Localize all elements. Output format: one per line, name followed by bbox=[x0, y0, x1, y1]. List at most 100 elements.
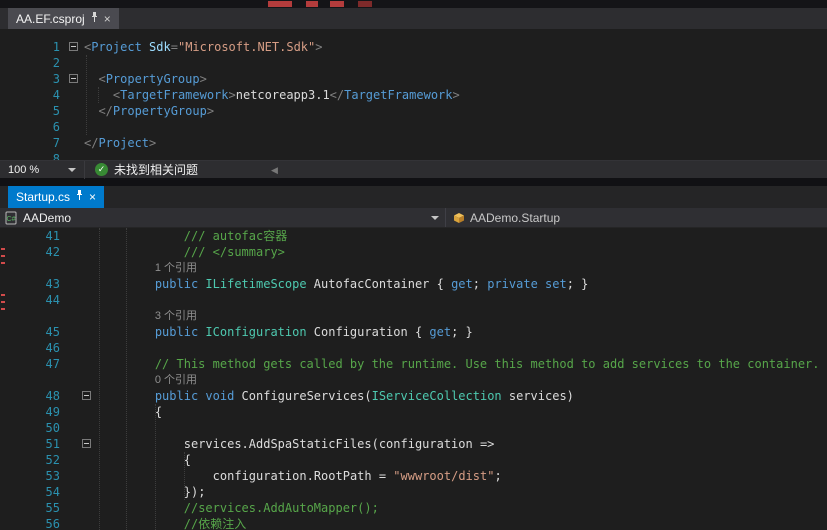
health-check-icon[interactable]: ✓ bbox=[95, 163, 108, 176]
outlining-margin bbox=[62, 87, 84, 103]
window-splitter[interactable] bbox=[0, 178, 827, 186]
collapse-box-icon[interactable] bbox=[82, 391, 91, 400]
pin-icon[interactable] bbox=[75, 190, 84, 204]
outlining-margin bbox=[62, 500, 97, 516]
code-line[interactable]: 1<Project Sdk="Microsoft.NET.Sdk"> bbox=[0, 39, 827, 55]
code-line[interactable]: 49 { bbox=[0, 404, 827, 420]
code-line[interactable]: 43public ILifetimeScope AutofacContainer… bbox=[0, 276, 827, 292]
code-line[interactable]: 50 bbox=[0, 420, 827, 436]
line-number: 44 bbox=[0, 292, 62, 308]
tab-label: AA.EF.csproj bbox=[16, 12, 85, 26]
edge-mark bbox=[1, 308, 5, 310]
code-text: services.AddSpaStaticFiles(configuration… bbox=[97, 436, 494, 452]
code-text: //依赖注入 bbox=[97, 516, 246, 530]
code-line[interactable]: 6 bbox=[0, 119, 827, 135]
line-number: 42 bbox=[0, 244, 62, 260]
line-number: 2 bbox=[0, 55, 62, 71]
line-number: 5 bbox=[0, 103, 62, 119]
close-icon[interactable]: × bbox=[104, 13, 111, 25]
zoom-control[interactable]: 100 % bbox=[0, 161, 84, 178]
member-name: AADemo.Startup bbox=[470, 211, 560, 225]
codelens-row[interactable]: 1 个引用 bbox=[0, 260, 827, 276]
collapse-box-icon[interactable] bbox=[82, 439, 91, 448]
toolbar-fragment-icon bbox=[306, 1, 318, 7]
code-line[interactable]: 51services.AddSpaStaticFiles(configurati… bbox=[0, 436, 827, 452]
line-number: 3 bbox=[0, 71, 62, 87]
code-text: </Project> bbox=[84, 135, 156, 151]
code-line[interactable]: 8 bbox=[0, 151, 827, 160]
code-line[interactable]: 46 bbox=[0, 340, 827, 356]
close-icon[interactable]: × bbox=[89, 191, 96, 203]
code-line[interactable]: 54}); bbox=[0, 484, 827, 500]
codelens-row[interactable]: 0 个引用 bbox=[0, 372, 827, 388]
line-number: 7 bbox=[0, 135, 62, 151]
code-line[interactable]: 5</PropertyGroup> bbox=[0, 103, 827, 119]
line-number: 53 bbox=[0, 468, 62, 484]
csharp-editor[interactable]: 41/// autofac容器42 /// </summary>1 个引用43pu… bbox=[0, 228, 827, 530]
code-text: /// autofac容器 bbox=[97, 228, 287, 244]
code-text: public ILifetimeScope AutofacContainer {… bbox=[97, 276, 588, 292]
code-line[interactable]: 56//依赖注入 bbox=[0, 516, 827, 530]
code-text: // This method gets called by the runtim… bbox=[97, 356, 820, 372]
csharp-project-icon: C# bbox=[5, 211, 18, 225]
outlining-margin bbox=[62, 244, 97, 260]
pin-icon[interactable] bbox=[90, 12, 99, 26]
outlining-margin bbox=[62, 292, 97, 308]
code-line[interactable]: 48public void ConfigureServices(IService… bbox=[0, 388, 827, 404]
code-text: /// </summary> bbox=[97, 244, 285, 260]
codelens-references-link[interactable]: 0 个引用 bbox=[97, 372, 197, 388]
codelens-references-link[interactable]: 1 个引用 bbox=[97, 260, 197, 276]
outlining-margin bbox=[62, 39, 84, 55]
line-number: 45 bbox=[0, 324, 62, 340]
code-line[interactable]: 47// This method gets called by the runt… bbox=[0, 356, 827, 372]
top-tab-bar: AA.EF.csproj × bbox=[0, 8, 827, 29]
code-line[interactable]: 44 bbox=[0, 292, 827, 308]
outlining-margin bbox=[62, 276, 97, 292]
code-line[interactable]: 45public IConfiguration Configuration { … bbox=[0, 324, 827, 340]
scrollbar-left-arrow[interactable]: ◀ bbox=[271, 161, 278, 179]
code-line[interactable]: 53configuration.RootPath = "wwwroot/dist… bbox=[0, 468, 827, 484]
code-line[interactable]: 7 </Project> bbox=[0, 135, 827, 151]
outlining-margin bbox=[62, 103, 84, 119]
code-line[interactable]: 52{ bbox=[0, 452, 827, 468]
code-line[interactable]: 2 bbox=[0, 55, 827, 71]
code-line[interactable]: 4<TargetFramework>netcoreapp3.1</TargetF… bbox=[0, 87, 827, 103]
line-number: 50 bbox=[0, 420, 62, 436]
edge-mark bbox=[1, 294, 5, 296]
collapse-box-icon[interactable] bbox=[69, 74, 78, 83]
zoom-level: 100 % bbox=[8, 164, 39, 176]
member-dropdown[interactable]: AADemo.Startup bbox=[446, 208, 827, 227]
codelens-references-link[interactable]: 3 个引用 bbox=[97, 308, 197, 324]
code-text: { bbox=[97, 404, 162, 420]
outlining-margin bbox=[62, 55, 84, 71]
outlining-margin bbox=[62, 119, 84, 135]
outlining-margin bbox=[62, 516, 97, 530]
line-number: 55 bbox=[0, 500, 62, 516]
code-line[interactable]: 41/// autofac容器 bbox=[0, 228, 827, 244]
code-text: }); bbox=[97, 484, 205, 500]
code-line[interactable]: 55 //services.AddAutoMapper(); bbox=[0, 500, 827, 516]
code-text: //services.AddAutoMapper(); bbox=[97, 500, 379, 516]
outlining-margin bbox=[62, 71, 84, 87]
codelens-row[interactable]: 3 个引用 bbox=[0, 308, 827, 324]
project-dropdown[interactable]: C# AADemo bbox=[0, 208, 445, 227]
line-number: 54 bbox=[0, 484, 62, 500]
code-line[interactable]: 3<PropertyGroup> bbox=[0, 71, 827, 87]
tab-aaef-csproj[interactable]: AA.EF.csproj × bbox=[8, 8, 119, 29]
navigation-bar: C# AADemo AADemo.Startup bbox=[0, 208, 827, 228]
top-document-pane: AA.EF.csproj × 1<Project Sdk="Microsoft.… bbox=[0, 8, 827, 178]
edge-mark bbox=[1, 255, 5, 257]
xml-editor[interactable]: 1<Project Sdk="Microsoft.NET.Sdk">23<Pro… bbox=[0, 29, 827, 160]
code-line[interactable]: 42 /// </summary> bbox=[0, 244, 827, 260]
collapse-box-icon[interactable] bbox=[69, 42, 78, 51]
line-number: 52 bbox=[0, 452, 62, 468]
outlining-margin bbox=[62, 372, 97, 388]
outlining-margin bbox=[62, 340, 97, 356]
tab-startup-cs[interactable]: Startup.cs × bbox=[8, 186, 104, 208]
outlining-margin bbox=[62, 324, 97, 340]
toolbar-sliver bbox=[0, 0, 827, 8]
chevron-down-icon bbox=[68, 168, 76, 172]
project-name: AADemo bbox=[23, 211, 71, 225]
line-number: 49 bbox=[0, 404, 62, 420]
line-number: 6 bbox=[0, 119, 62, 135]
